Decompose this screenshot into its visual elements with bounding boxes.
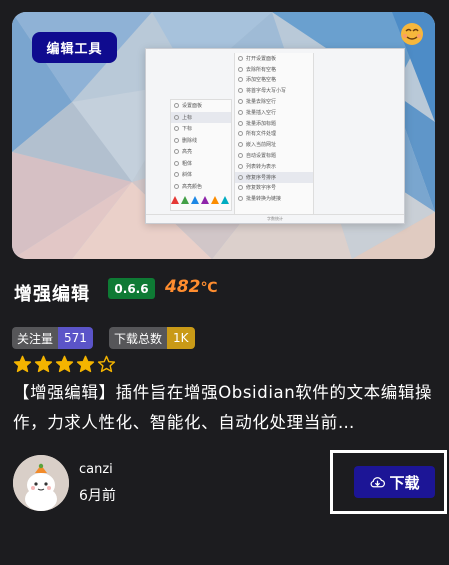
- follow-label: 关注量: [12, 327, 59, 349]
- editor-screenshot: 打开设置面板 去除所有空格 添加空格空格 将首字母大写小写 批量去除空行 批量插…: [145, 48, 405, 224]
- plugin-title[interactable]: 增强编辑: [14, 280, 90, 306]
- menu-item: 粗体: [171, 158, 231, 170]
- menu-item: 高亮: [171, 146, 231, 158]
- download-count-badge: 下载总数 1K: [109, 327, 195, 349]
- menu-item: 批量转换为链接: [235, 193, 313, 204]
- category-tag: 编辑工具: [32, 32, 117, 63]
- star-rating: [13, 355, 116, 374]
- plugin-description: 【增强编辑】插件旨在增强Obsidian软件的文本编辑操作，力求人性化、智能化、…: [13, 383, 433, 432]
- download-button[interactable]: 下载: [354, 466, 435, 498]
- heat-unit: ℃: [200, 280, 218, 296]
- menu-item: 所有文件处理: [235, 129, 313, 140]
- menu-item: 批量插入空行: [235, 107, 313, 118]
- menu-item: 嵌入当前网址: [235, 139, 313, 150]
- menu-item: 高亮颜色: [171, 181, 231, 193]
- menu-item: 删除线: [171, 135, 231, 147]
- download-label: 下载: [389, 473, 420, 492]
- cover-image[interactable]: 编辑工具 打开设置面板 去除所有空格 添加空格空格 将首字母大写小写 批量去除空…: [12, 12, 435, 259]
- menu-item: 列表转为表示: [235, 161, 313, 172]
- menu-item: 修复数字序号: [235, 183, 313, 194]
- heat-indicator: 482℃: [165, 277, 217, 297]
- menu-item: 添加空格空格: [235, 75, 313, 86]
- menu-item: 下标: [171, 123, 231, 135]
- avatar[interactable]: [13, 455, 69, 511]
- menu-item: 上标: [171, 111, 231, 123]
- context-menu-format: 设置面板 上标 下标 删除线 高亮 粗体 斜体 高亮颜色: [170, 99, 232, 211]
- menu-item: 斜体: [171, 169, 231, 181]
- menu-item: 自动设置标题: [235, 150, 313, 161]
- status-bar: 字数统计: [146, 214, 404, 223]
- downloads-value: 1K: [167, 327, 195, 349]
- author-avatar-icon: [13, 455, 69, 511]
- follow-value: 571: [58, 327, 93, 349]
- plugin-card[interactable]: 编辑工具 打开设置面板 去除所有空格 添加空格空格 将首字母大写小写 批量去除空…: [0, 0, 449, 565]
- menu-item: 去除所有空格: [235, 64, 313, 75]
- star-filled-icon: [76, 355, 95, 373]
- downloads-label: 下载总数: [109, 327, 168, 349]
- cloud-download-icon: [371, 476, 386, 487]
- star-filled-icon: [55, 355, 74, 373]
- follow-count-badge: 关注量 571: [12, 327, 93, 349]
- menu-item: 将首字母大写小写: [235, 85, 313, 96]
- menu-item: 批量去除空行: [235, 96, 313, 107]
- author-name[interactable]: canzi: [79, 462, 113, 477]
- version-badge: 0.6.6: [108, 278, 155, 299]
- heat-value: 482: [165, 277, 201, 297]
- star-empty-icon: [97, 355, 116, 373]
- face-emoji-icon: [401, 23, 423, 45]
- menu-item: 修复序号排序: [235, 171, 313, 183]
- star-filled-icon: [13, 355, 32, 373]
- color-palette-icon: [171, 196, 229, 204]
- star-filled-icon: [34, 355, 53, 373]
- context-menu-main: 打开设置面板 去除所有空格 添加空格空格 将首字母大写小写 批量去除空行 批量插…: [234, 53, 314, 215]
- menu-item: 批量添加标题: [235, 118, 313, 129]
- menu-item: 打开设置面板: [235, 53, 313, 64]
- menu-item: 设置面板: [171, 100, 231, 112]
- publish-time: 6月前: [79, 488, 116, 504]
